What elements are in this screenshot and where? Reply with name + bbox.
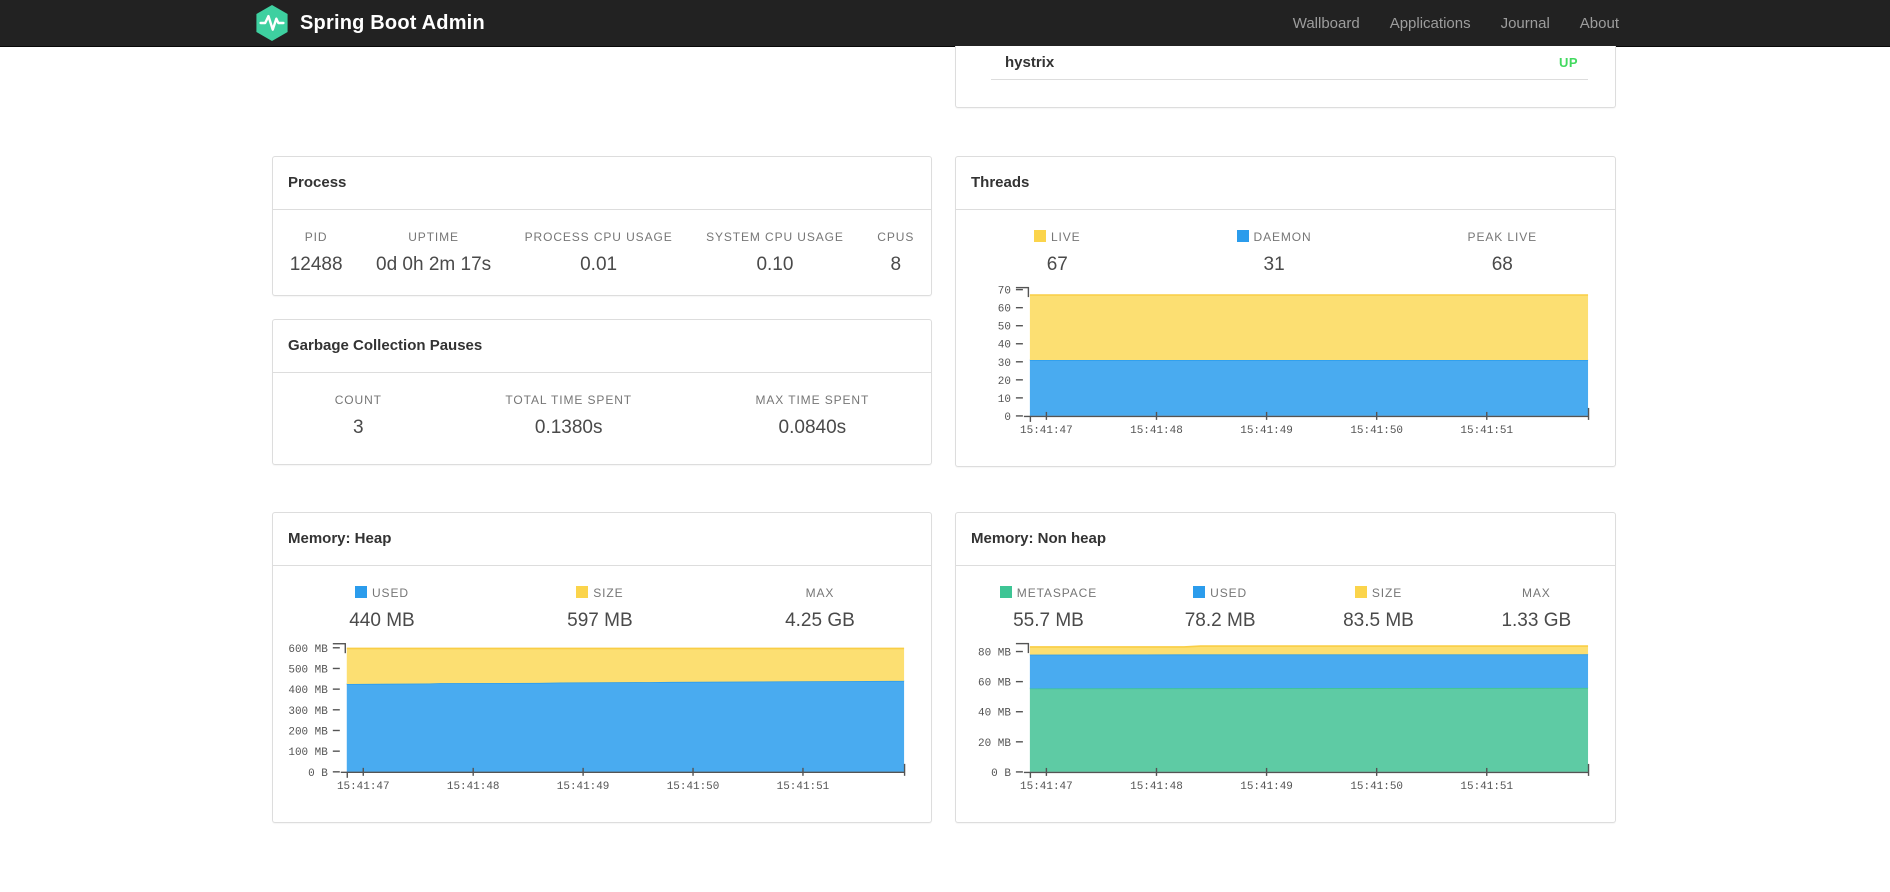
applications-panel: hystrix UP [955, 46, 1616, 108]
svg-text:10: 10 [998, 394, 1011, 406]
svg-text:40: 40 [998, 340, 1011, 352]
brand-title: Spring Boot Admin [300, 11, 485, 34]
stat-count: COUNT 3 [334, 393, 382, 438]
nav-item-applications[interactable]: Applications [1390, 15, 1471, 32]
svg-text:15:41:49: 15:41:49 [1240, 425, 1293, 437]
size-swatch-icon [576, 586, 589, 598]
navbar: Spring Boot Admin Wallboard Applications… [0, 0, 1890, 47]
svg-text:15:41:50: 15:41:50 [667, 781, 720, 793]
svg-text:70: 70 [998, 286, 1011, 298]
panel-title: Memory: Non heap [956, 513, 1615, 566]
svg-text:15:41:51: 15:41:51 [1460, 781, 1513, 793]
nav-item-journal[interactable]: Journal [1501, 15, 1550, 32]
memory-heap-panel: Memory: Heap USED 440 MB SIZE 597 MB MAX… [272, 512, 932, 823]
stat-pid: PID 12488 [289, 230, 343, 275]
svg-text:200 MB: 200 MB [288, 726, 328, 738]
svg-text:20 MB: 20 MB [978, 738, 1011, 750]
svg-text:0 B: 0 B [991, 768, 1011, 780]
memory-heap-chart: 0 B 100 MB 200 MB 300 MB 400 MB 500 MB 600 MB 1… [288, 643, 906, 793]
application-name: hystrix [1005, 54, 1055, 71]
svg-text:100 MB: 100 MB [288, 747, 328, 759]
used-swatch-icon [354, 586, 367, 598]
svg-text:15:41:47: 15:41:47 [337, 781, 390, 793]
svg-text:80 MB: 80 MB [978, 648, 1011, 660]
svg-text:20: 20 [998, 376, 1011, 388]
svg-text:600 MB: 600 MB [288, 644, 328, 656]
svg-text:0: 0 [1004, 412, 1011, 424]
live-swatch-icon [1033, 230, 1046, 242]
svg-text:400 MB: 400 MB [288, 685, 328, 697]
svg-text:15:41:48: 15:41:48 [1130, 425, 1183, 437]
row-divider [991, 79, 1588, 80]
svg-text:15:41:48: 15:41:48 [1130, 781, 1183, 793]
page: Spring Boot Admin Wallboard Applications… [0, 0, 1890, 892]
status-badge: UP [1558, 55, 1578, 70]
svg-text:15:41:49: 15:41:49 [557, 781, 610, 793]
memory-nonheap-panel: Memory: Non heap METASPACE 55.7 MB USED … [955, 512, 1616, 823]
gc-stats: COUNT 3 TOTAL TIME SPENT 0.1380s MAX TIM… [273, 393, 931, 440]
stat-metaspace: METASPACE 55.7 MB [999, 586, 1097, 633]
svg-text:15:41:50: 15:41:50 [1350, 781, 1403, 793]
panel-title: Threads [956, 157, 1615, 210]
panel-title: Garbage Collection Pauses [273, 320, 931, 373]
stat-size: SIZE 83.5 MB [1343, 586, 1414, 631]
nav-item-wallboard[interactable]: Wallboard [1293, 15, 1360, 32]
stat-total-time-spent: TOTAL TIME SPENT 0.1380s [505, 393, 633, 438]
stat-peak-live: PEAK LIVE 68 [1467, 230, 1538, 275]
nonheap-stats: METASPACE 55.7 MB USED 78.2 MB SIZE 83.5… [956, 586, 1615, 633]
svg-text:15:41:51: 15:41:51 [777, 781, 830, 793]
svg-text:30: 30 [998, 358, 1011, 370]
svg-text:15:41:47: 15:41:47 [1020, 781, 1073, 793]
panel-title: Process [273, 157, 931, 210]
svg-text:300 MB: 300 MB [288, 706, 328, 718]
threads-chart: 0 10 20 30 40 50 60 70 15:41:47 15:41:48 15:41:49 1… [998, 286, 1590, 437]
stat-max: MAX 4.25 GB [785, 586, 855, 631]
stat-max-time-spent: MAX TIME SPENT 0.0840s [755, 393, 870, 438]
application-row-hystrix[interactable]: hystrix UP [991, 46, 1588, 79]
stat-max: MAX 1.33 GB [1501, 586, 1572, 631]
threads-panel: Threads LIVE 67 DAEMON 31 PEAK LIVE 68 0… [955, 156, 1616, 467]
metaspace-swatch-icon [999, 586, 1012, 598]
process-stats: PID 12488 UPTIME 0d 0h 2m 17s PROCESS CP… [273, 230, 931, 277]
brand[interactable]: Spring Boot Admin [253, 0, 485, 46]
nav-item-about[interactable]: About [1580, 15, 1619, 32]
stat-uptime: UPTIME 0d 0h 2m 17s [376, 230, 492, 275]
stat-size: SIZE 597 MB [567, 586, 633, 631]
svg-text:0 B: 0 B [308, 768, 328, 780]
svg-text:60 MB: 60 MB [978, 678, 1011, 690]
stat-used: USED 78.2 MB [1184, 586, 1256, 631]
svg-text:40 MB: 40 MB [978, 708, 1011, 720]
stat-daemon: DAEMON 31 [1236, 230, 1312, 277]
stat-cpus: CPUS 8 [877, 230, 915, 275]
stat-system-cpu-usage: SYSTEM CPU USAGE 0.10 [706, 230, 844, 275]
svg-text:500 MB: 500 MB [288, 664, 328, 676]
svg-text:15:41:50: 15:41:50 [1350, 425, 1403, 437]
size-swatch-icon [1354, 586, 1367, 598]
stat-process-cpu-usage: PROCESS CPU USAGE 0.01 [524, 230, 673, 275]
panel-title: Memory: Heap [273, 513, 931, 566]
threads-stats: LIVE 67 DAEMON 31 PEAK LIVE 68 [956, 230, 1615, 277]
nav-links: Wallboard Applications Journal About [1293, 0, 1619, 46]
memory-nonheap-chart: 0 B 20 MB 40 MB 60 MB 80 MB 15:41:47 15:41:48 1… [978, 642, 1590, 793]
used-swatch-icon [1193, 586, 1206, 598]
svg-text:15:41:51: 15:41:51 [1460, 425, 1513, 437]
svg-text:15:41:49: 15:41:49 [1240, 781, 1293, 793]
spring-boot-admin-logo-icon [253, 4, 291, 42]
daemon-swatch-icon [1236, 230, 1249, 242]
svg-text:15:41:47: 15:41:47 [1020, 425, 1073, 437]
stat-used: USED 440 MB [349, 586, 415, 631]
svg-text:15:41:48: 15:41:48 [447, 781, 500, 793]
svg-text:50: 50 [998, 322, 1011, 334]
heap-stats: USED 440 MB SIZE 597 MB MAX 4.25 GB [273, 586, 931, 633]
stat-live: LIVE 67 [1033, 230, 1081, 277]
svg-text:60: 60 [998, 304, 1011, 316]
process-panel: Process PID 12488 UPTIME 0d 0h 2m 17s PR… [272, 156, 932, 296]
gc-pauses-panel: Garbage Collection Pauses COUNT 3 TOTAL … [272, 319, 932, 465]
